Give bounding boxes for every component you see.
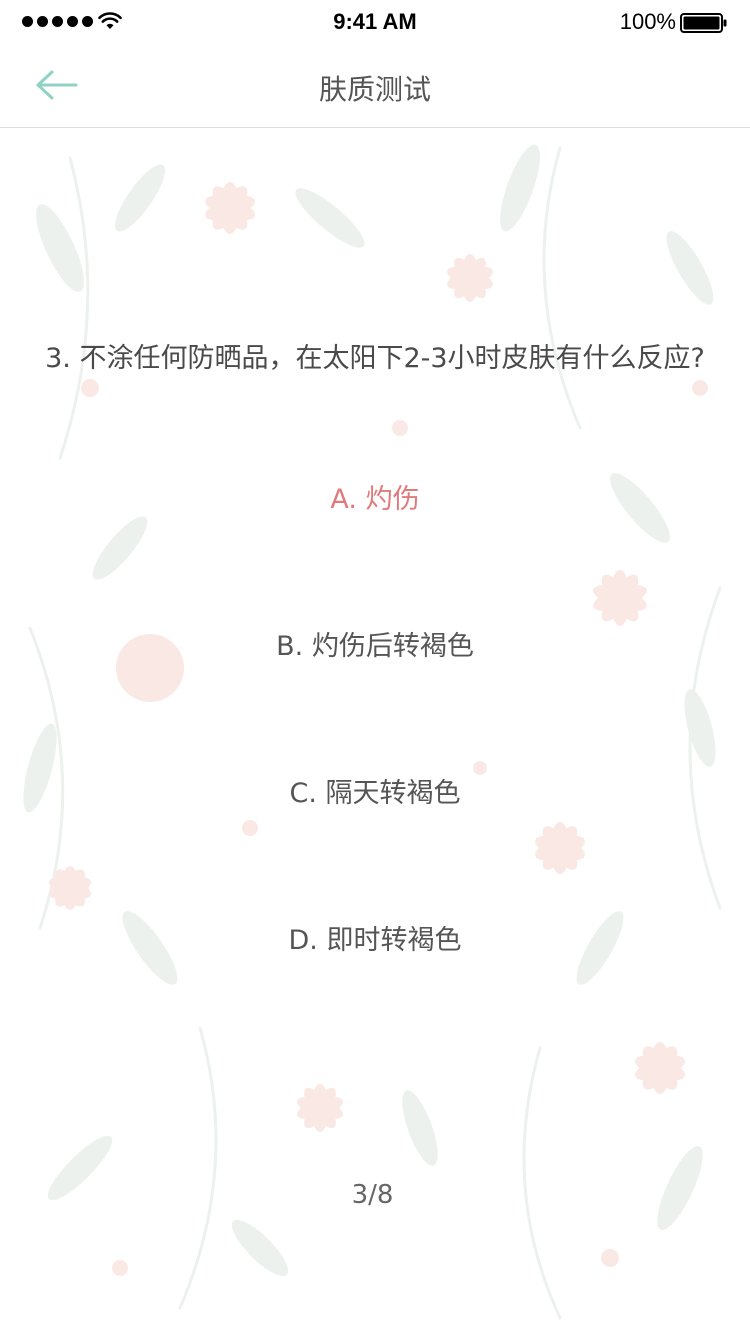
quiz-content: 3. 不涂任何防晒品，在太阳下2-3小时皮肤有什么反应? A. 灼伤 B. 灼伤… — [0, 128, 750, 1334]
option-d[interactable]: D. 即时转褐色 — [175, 906, 575, 976]
progress-indicator: 3/8 — [351, 1180, 394, 1210]
battery-percent: 100% — [619, 9, 676, 34]
option-b[interactable]: B. 灼伤后转褐色 — [175, 612, 575, 682]
option-a[interactable]: A. 灼伤 — [175, 465, 575, 535]
option-c[interactable]: C. 隔天转褐色 — [175, 759, 575, 829]
page-title: 肤质测试 — [318, 73, 431, 106]
nav-bar: 肤质测试 — [0, 44, 750, 128]
battery-icon — [680, 13, 727, 33]
question-text: 3. 不涂任何防晒品，在太阳下2-3小时皮肤有什么反应? — [45, 343, 705, 374]
status-bar: 9:41 AM 100% — [0, 0, 750, 44]
